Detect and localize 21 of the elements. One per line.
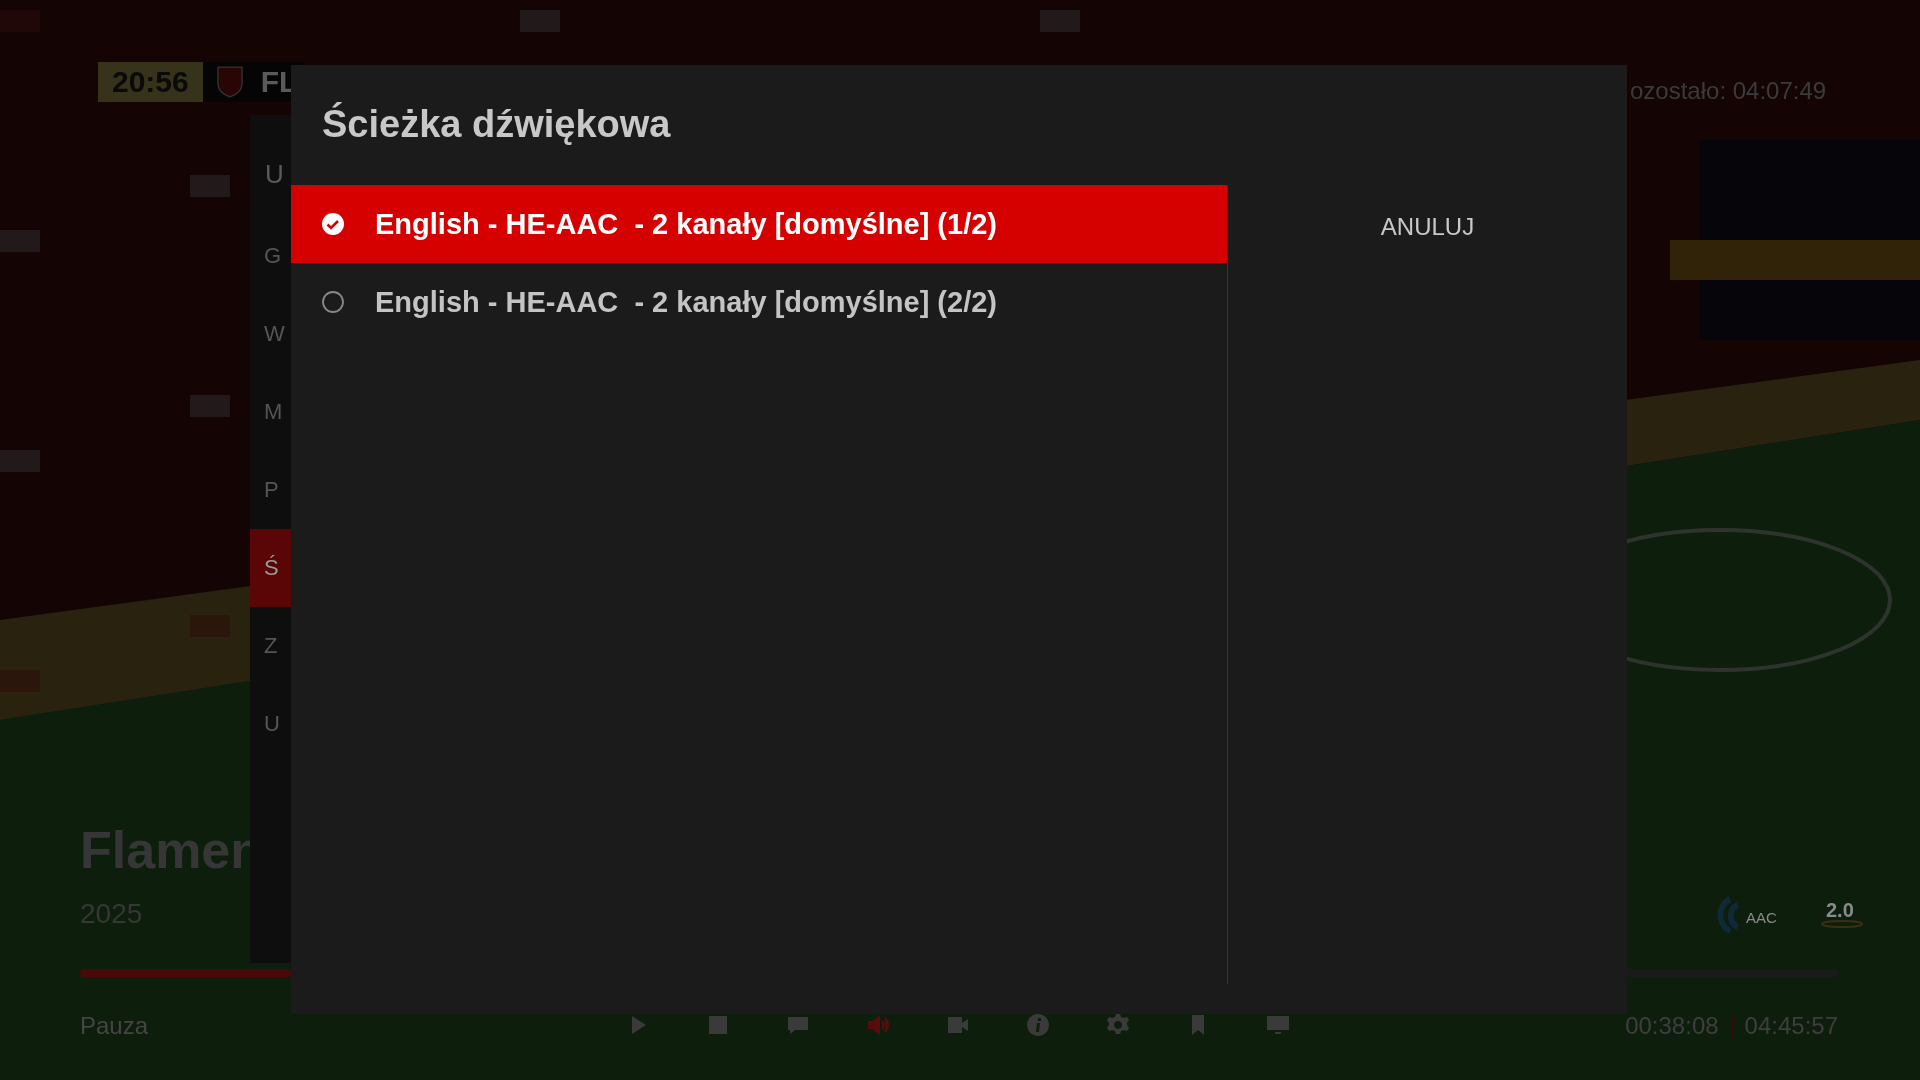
menu-item[interactable]: U [250,685,291,763]
stop-icon[interactable] [706,1013,730,1037]
menu-item[interactable]: W [250,295,291,373]
shield-icon [216,66,243,98]
settings-icon[interactable] [1106,1013,1130,1037]
audio-track-option[interactable]: English - HE-AAC - 2 kanały [domyślne] (2/2) [291,263,1227,341]
menu-item[interactable]: P [250,451,291,529]
info-icon[interactable] [1026,1013,1050,1037]
monitor-icon[interactable] [1266,1013,1290,1037]
menu-item[interactable]: Ś [250,529,291,607]
menu-item[interactable]: M [250,373,291,451]
radio-icon [321,290,345,314]
dialog-title: Ścieżka dźwiękowa [321,101,672,147]
speaker-icon[interactable] [866,1013,890,1037]
menu-item[interactable]: Z [250,607,291,685]
checked-radio-icon [321,212,345,236]
audio-track-option[interactable]: English - HE-AAC - 2 kanały [domyślne] (1/2) [291,185,1227,263]
menu-title: U [264,158,285,191]
cancel-button[interactable]: ANULUJ [1368,207,1487,247]
playback-status: Pauza [80,1012,149,1040]
menu-item[interactable]: G [250,217,291,295]
